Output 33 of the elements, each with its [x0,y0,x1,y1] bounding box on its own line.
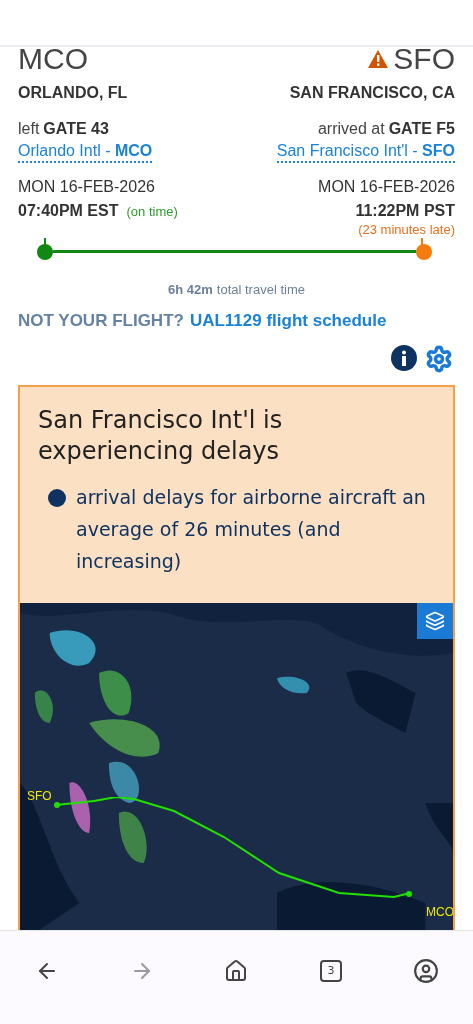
layers-icon [425,611,445,631]
airport-code: SFO [393,47,455,77]
flight-date: MON 16-FEB-2026 [18,177,155,197]
flight-status: (23 minutes late) [358,223,455,236]
info-icon[interactable] [391,345,417,371]
account-icon [412,958,439,984]
gate-number: GATE F5 [388,119,455,139]
travel-duration: 6h 42m [168,281,213,299]
alert-item: arrival delays for airborne aircraft an average of 26 minutes (and increasing) [76,485,427,574]
map-marker-label: SFO [27,788,52,805]
layers-button[interactable] [417,603,453,639]
flight-date: MON 16-FEB-2026 [318,177,455,197]
not-your-flight-label: NOT YOUR FLIGHT? [18,309,184,332]
flight-time: 11:22PM PST [355,201,455,221]
gate-number: GATE 43 [43,119,109,139]
airport-link[interactable]: San Francisco Int'l - SFO [276,141,455,163]
airport-code: MCO [18,47,88,77]
city-name: ORLANDO, FL [18,83,128,103]
city-name: SAN FRANCISCO, CA [289,83,455,103]
settings-icon[interactable] [425,345,453,373]
flight-status: (on time) [126,203,178,221]
tab-count: 3 [320,960,343,982]
flight-schedule-link[interactable]: UAL1129 flight schedule [189,307,387,333]
alert-title: San Francisco Int'l is experiencing delays [38,405,284,467]
home-icon [224,959,249,983]
travel-time-label: total travel time [216,281,305,299]
gate-prefix: arrived at [317,119,385,139]
bullet-icon [48,489,66,507]
tab-count-button[interactable]: 3 [311,951,352,991]
airport-link[interactable]: Orlando Intl - MCO [18,141,153,163]
flight-time: 07:40PM EST [18,201,119,221]
map-marker-label: MCO [426,904,453,921]
gate-prefix: left [18,119,40,139]
